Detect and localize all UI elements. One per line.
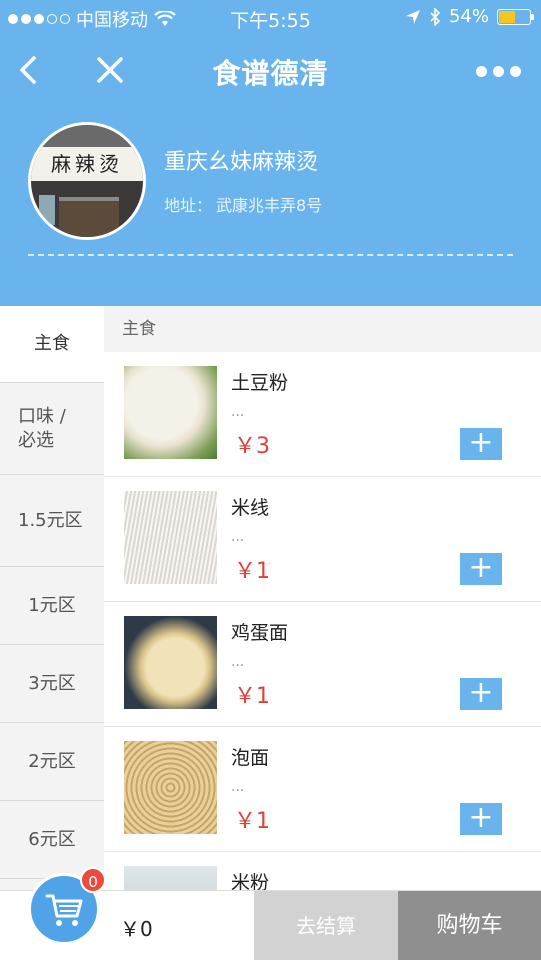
item-desc: ... [231,529,245,545]
item-name: 土豆粉 [231,372,289,394]
store-name: 重庆幺妹麻辣烫 [164,150,319,175]
shopping-cart-icon [45,894,83,926]
plus-icon: + [468,675,494,710]
section-title: 主食 [104,306,541,352]
page-title: 食谱德清 [212,57,329,90]
cart-count-badge: 0 [80,867,106,893]
location-arrow-icon [405,9,420,24]
list-item: 土豆粉 ... ￥3 + [104,352,541,477]
category-label: 6元区 [28,828,76,850]
divider [28,254,513,256]
cart-total: ￥0 [120,917,153,941]
add-to-cart-button[interactable]: + [460,678,502,710]
item-image [124,741,217,834]
add-to-cart-button[interactable]: + [460,803,502,835]
item-price: ￥1 [234,684,270,709]
store-avatar: 麻辣烫 [28,122,146,240]
category-label: 3元区 [28,672,76,694]
category-label: 2元区 [28,750,76,772]
category-label: 口味 / 必选 [18,405,66,451]
item-name: 泡面 [231,747,270,769]
plus-icon: + [468,800,494,835]
category-1-yuan[interactable]: 1元区 [0,567,104,645]
nav-bar: 食谱德清 [0,36,541,106]
store-sign: 麻辣烫 [31,147,143,181]
item-image [124,616,217,709]
item-price: ￥3 [234,434,270,459]
address-value: 武康兆丰弄8号 [216,196,323,215]
item-desc: ... [231,654,245,670]
add-to-cart-button[interactable]: + [460,428,502,460]
store-header: 麻辣烫 重庆幺妹麻辣烫 地址： 武康兆丰弄8号 [0,106,541,306]
category-label: 1元区 [28,594,76,616]
category-1-5-yuan[interactable]: 1.5元区 [0,475,104,567]
item-price: ￥1 [234,559,270,584]
category-label: 主食 [34,333,70,354]
more-dots-icon[interactable] [476,66,521,77]
item-name: 米粉 [231,872,270,890]
plus-icon: + [468,550,494,585]
list-item: 米线 ... ￥1 + [104,477,541,602]
battery-level [499,10,516,23]
menu-list: 主食 土豆粉 ... ￥3 + 米线 ... ￥1 + 鸡蛋面 ... ￥1 +… [104,306,541,890]
item-name: 鸡蛋面 [231,622,289,644]
cart-bar: 0 ￥0 去结算 购物车 [0,867,541,960]
item-desc: ... [231,404,245,420]
view-cart-button[interactable]: 购物车 [398,891,541,960]
status-bar: 中国移动 下午5:55 54% [0,0,541,36]
address-label: 地址： [164,196,213,215]
plus-icon: + [468,425,494,460]
item-image [124,866,217,890]
list-item: 泡面 ... ￥1 + [104,727,541,852]
status-right: 54% [405,6,534,27]
list-item: 米粉 [104,852,541,890]
category-main-food[interactable]: 主食 [0,306,104,383]
store-address: 地址： 武康兆丰弄8号 [164,192,322,216]
category-3-yuan[interactable]: 3元区 [0,645,104,723]
category-taste[interactable]: 口味 / 必选 [0,383,104,475]
category-sidebar: 主食 口味 / 必选 1.5元区 1元区 3元区 2元区 6元区 [0,306,104,890]
list-item: 鸡蛋面 ... ￥1 + [104,602,541,727]
item-name: 米线 [231,497,270,519]
bluetooth-icon [430,7,441,26]
item-desc: ... [231,779,245,795]
item-image [124,366,217,459]
add-to-cart-button[interactable]: + [460,553,502,585]
checkout-button[interactable]: 去结算 [254,891,398,960]
item-price: ￥1 [234,809,270,834]
battery-icon [497,8,534,25]
item-image [124,491,217,584]
category-label: 1.5元区 [18,509,83,531]
battery-percent: 54% [448,6,489,27]
category-2-yuan[interactable]: 2元区 [0,723,104,801]
